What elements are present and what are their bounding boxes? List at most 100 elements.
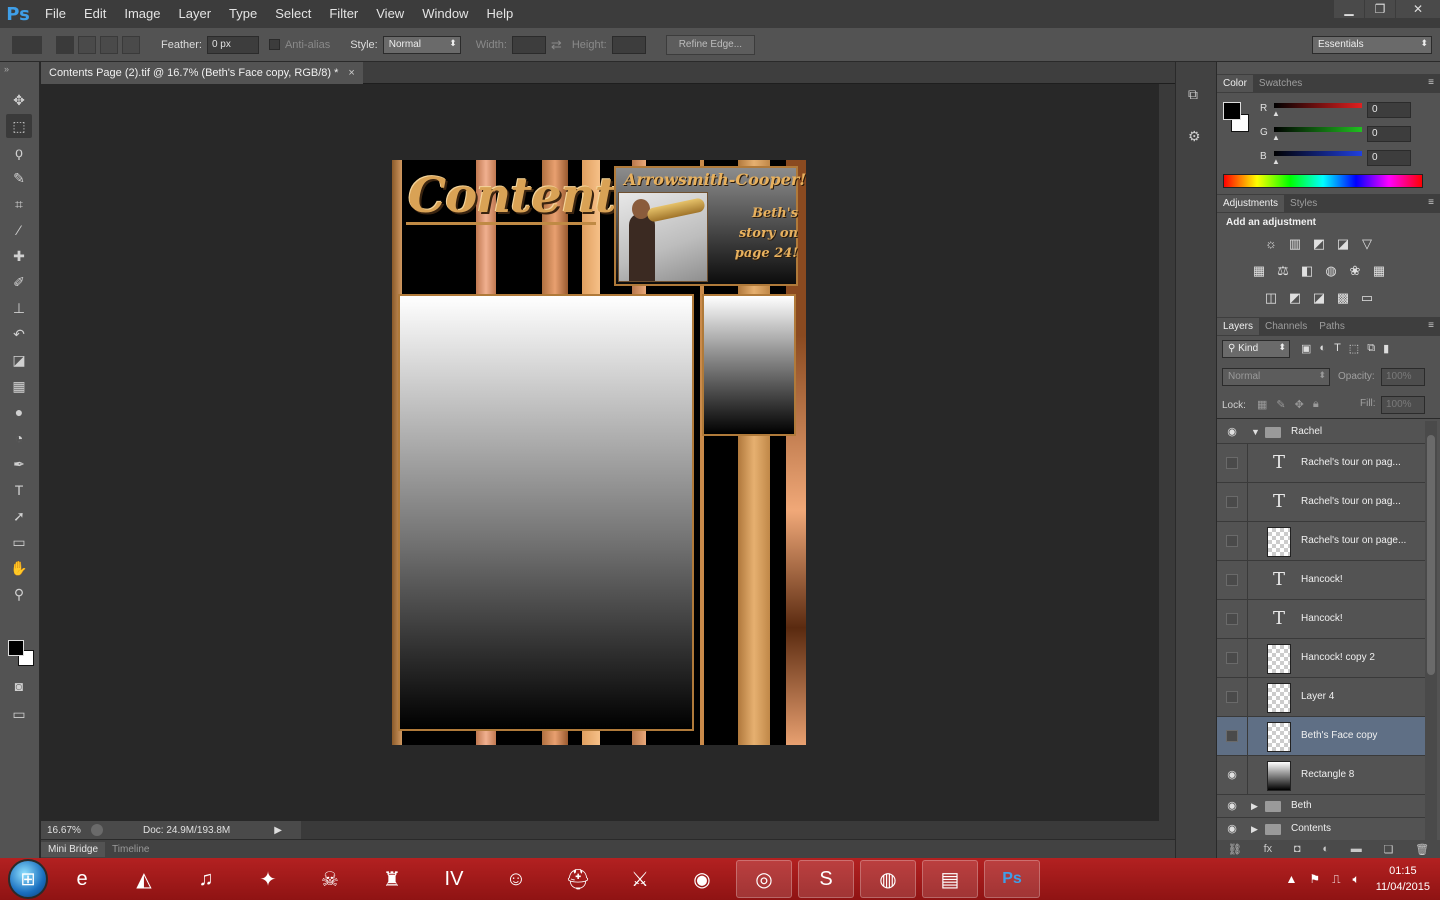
blender-icon[interactable]: ◉ bbox=[674, 860, 730, 898]
color-lookup-icon[interactable]: ▦ bbox=[1371, 263, 1387, 279]
document-tab[interactable]: Contents Page (2).tif @ 16.7% (Beth's Fa… bbox=[41, 62, 363, 84]
lock-image-icon[interactable]: ✎ bbox=[1276, 398, 1285, 411]
status-menu-arrow-icon[interactable]: ▶ bbox=[274, 825, 282, 836]
menu-image[interactable]: Image bbox=[115, 0, 169, 28]
lock-position-icon[interactable]: ✥ bbox=[1295, 398, 1304, 411]
new-group-icon[interactable]: ▬ bbox=[1351, 843, 1362, 855]
trash-icon[interactable]: 🗑︎ bbox=[1415, 843, 1429, 856]
visibility-toggle[interactable] bbox=[1226, 496, 1238, 508]
layer-group-contents[interactable]: ◉ ▶ Contents bbox=[1217, 818, 1425, 841]
threshold-icon[interactable]: ◪ bbox=[1311, 290, 1327, 306]
chevron-right-icon[interactable]: ▶ bbox=[1251, 801, 1258, 812]
rectangle-tool-icon[interactable]: ▭ bbox=[6, 530, 32, 554]
crop-tool-icon[interactable]: ⌗ bbox=[6, 192, 32, 216]
marquee-tool-icon[interactable]: ⬚ bbox=[6, 114, 32, 138]
color-balance-icon[interactable]: ⚖ bbox=[1275, 263, 1291, 279]
internet-explorer-icon[interactable]: e bbox=[54, 860, 110, 898]
intersect-selection-icon[interactable] bbox=[122, 35, 140, 54]
slider-track[interactable] bbox=[1274, 151, 1362, 156]
layer-row[interactable]: T Rachel's tour on pag... bbox=[1217, 444, 1425, 483]
channel-mixer-icon[interactable]: ❀ bbox=[1347, 263, 1363, 279]
layer-filter-select[interactable]: ⚲ Kind bbox=[1222, 340, 1290, 358]
blend-mode-select[interactable]: Normal bbox=[1222, 368, 1330, 386]
brightness-icon[interactable]: ☼ bbox=[1263, 236, 1279, 252]
gradient-map-icon[interactable]: ▭ bbox=[1359, 290, 1375, 306]
filter-shape-icon[interactable]: ⬚ bbox=[1349, 342, 1359, 355]
game-icon-1[interactable]: ✦ bbox=[240, 860, 296, 898]
panel-menu-icon[interactable]: ≡ bbox=[1428, 197, 1434, 208]
layer-row[interactable]: ◉ Rectangle 8 bbox=[1217, 756, 1425, 795]
width-input[interactable] bbox=[511, 35, 546, 54]
steam-icon[interactable]: ◍ bbox=[860, 860, 916, 898]
levels-icon[interactable]: ▥ bbox=[1287, 236, 1303, 252]
action-center-icon[interactable]: ⚑ bbox=[1309, 872, 1320, 886]
vibrance-icon[interactable]: ▽ bbox=[1359, 236, 1375, 252]
layers-scrollbar[interactable] bbox=[1425, 421, 1437, 841]
clock[interactable]: 01:15 11/04/2015 bbox=[1376, 863, 1430, 895]
photo-filter-icon[interactable]: ◍ bbox=[1323, 263, 1339, 279]
filter-adjustment-icon[interactable]: ◐ bbox=[1319, 342, 1326, 355]
chevron-down-icon[interactable]: ▼ bbox=[1251, 427, 1260, 437]
type-tool-icon[interactable]: T bbox=[6, 478, 32, 502]
tab-swatches[interactable]: Swatches bbox=[1253, 75, 1308, 92]
feather-input[interactable]: 0 px bbox=[206, 35, 259, 54]
filter-type-icon[interactable]: T bbox=[1334, 342, 1341, 355]
visibility-toggle[interactable] bbox=[1226, 613, 1238, 625]
layer-mask-icon[interactable]: ◘ bbox=[1294, 843, 1301, 855]
menu-select[interactable]: Select bbox=[266, 0, 320, 28]
layer-row[interactable]: T Hancock! bbox=[1217, 561, 1425, 600]
screen-mode-icon[interactable]: ▭ bbox=[6, 702, 32, 726]
color-swatches[interactable] bbox=[6, 638, 36, 668]
tab-mini-bridge[interactable]: Mini Bridge bbox=[41, 841, 106, 857]
menu-file[interactable]: File bbox=[36, 0, 75, 28]
fallout-icon[interactable]: ☺ bbox=[488, 860, 544, 898]
layer-group-beth[interactable]: ◉ ▶ Beth bbox=[1217, 795, 1425, 818]
zoom-field[interactable]: 16.67% bbox=[41, 825, 91, 836]
eye-icon[interactable]: ◉ bbox=[1225, 768, 1239, 782]
opacity-input[interactable]: 100% bbox=[1381, 368, 1425, 386]
restore-button[interactable]: ❐ bbox=[1365, 0, 1395, 18]
halo-icon[interactable]: ⛑ bbox=[550, 860, 606, 898]
tray-arrow-icon[interactable]: ▲ bbox=[1285, 872, 1297, 886]
visibility-toggle[interactable] bbox=[1226, 574, 1238, 586]
filter-pixel-icon[interactable]: ▣ bbox=[1301, 342, 1311, 355]
tab-timeline[interactable]: Timeline bbox=[105, 842, 156, 857]
layers-scrollbar-thumb[interactable] bbox=[1427, 435, 1435, 675]
eye-icon[interactable]: ◉ bbox=[1225, 799, 1239, 813]
channel-value-input[interactable]: 0 bbox=[1367, 150, 1411, 166]
history-panel-icon[interactable]: ⧉ bbox=[1188, 86, 1208, 106]
posterize-icon[interactable]: ◩ bbox=[1287, 290, 1303, 306]
menu-type[interactable]: Type bbox=[220, 0, 266, 28]
photoshop-icon[interactable]: Ps bbox=[984, 860, 1040, 898]
zoom-tool-icon[interactable]: ⚲ bbox=[6, 582, 32, 606]
new-selection-icon[interactable] bbox=[56, 35, 74, 54]
antialias-checkbox[interactable] bbox=[268, 39, 280, 50]
lasso-tool-icon[interactable]: ϙ bbox=[6, 140, 32, 164]
color-spectrum-ramp[interactable] bbox=[1223, 174, 1423, 188]
channel-value-input[interactable]: 0 bbox=[1367, 126, 1411, 142]
layer-style-icon[interactable]: fx bbox=[1264, 843, 1273, 855]
brush-tool-icon[interactable]: ✐ bbox=[6, 270, 32, 294]
lock-all-icon[interactable]: 🔒︎ bbox=[1313, 398, 1319, 411]
menu-layer[interactable]: Layer bbox=[170, 0, 221, 28]
vertical-scrollbar[interactable] bbox=[1159, 84, 1175, 821]
document-canvas[interactable]: Contents Arrowsmith-Cooper! Beth's story… bbox=[392, 160, 806, 745]
eye-icon[interactable]: ◉ bbox=[1225, 425, 1239, 439]
close-tab-icon[interactable]: × bbox=[348, 67, 354, 79]
visibility-toggle[interactable] bbox=[1226, 652, 1238, 664]
selective-color-icon[interactable]: ▩ bbox=[1335, 290, 1351, 306]
blur-tool-icon[interactable]: ● bbox=[6, 400, 32, 424]
new-layer-icon[interactable]: ❏ bbox=[1383, 843, 1393, 856]
visibility-toggle[interactable] bbox=[1226, 457, 1238, 469]
hand-tool-icon[interactable]: ✋ bbox=[6, 556, 32, 580]
slider-thumb-icon[interactable]: ▲ bbox=[1272, 157, 1280, 166]
dodge-tool-icon[interactable]: ◔ bbox=[6, 426, 32, 450]
tab-paths[interactable]: Paths bbox=[1313, 318, 1351, 335]
path-selection-tool-icon[interactable]: ➚ bbox=[6, 504, 32, 528]
hue-saturation-icon[interactable]: ▦ bbox=[1251, 263, 1267, 279]
tab-adjustments[interactable]: Adjustments bbox=[1217, 195, 1285, 212]
unity-icon[interactable]: ◭ bbox=[116, 860, 172, 898]
layer-row[interactable]: Rachel's tour on page... bbox=[1217, 522, 1425, 561]
layer-row[interactable]: Layer 4 bbox=[1217, 678, 1425, 717]
visibility-toggle[interactable] bbox=[1226, 535, 1238, 547]
